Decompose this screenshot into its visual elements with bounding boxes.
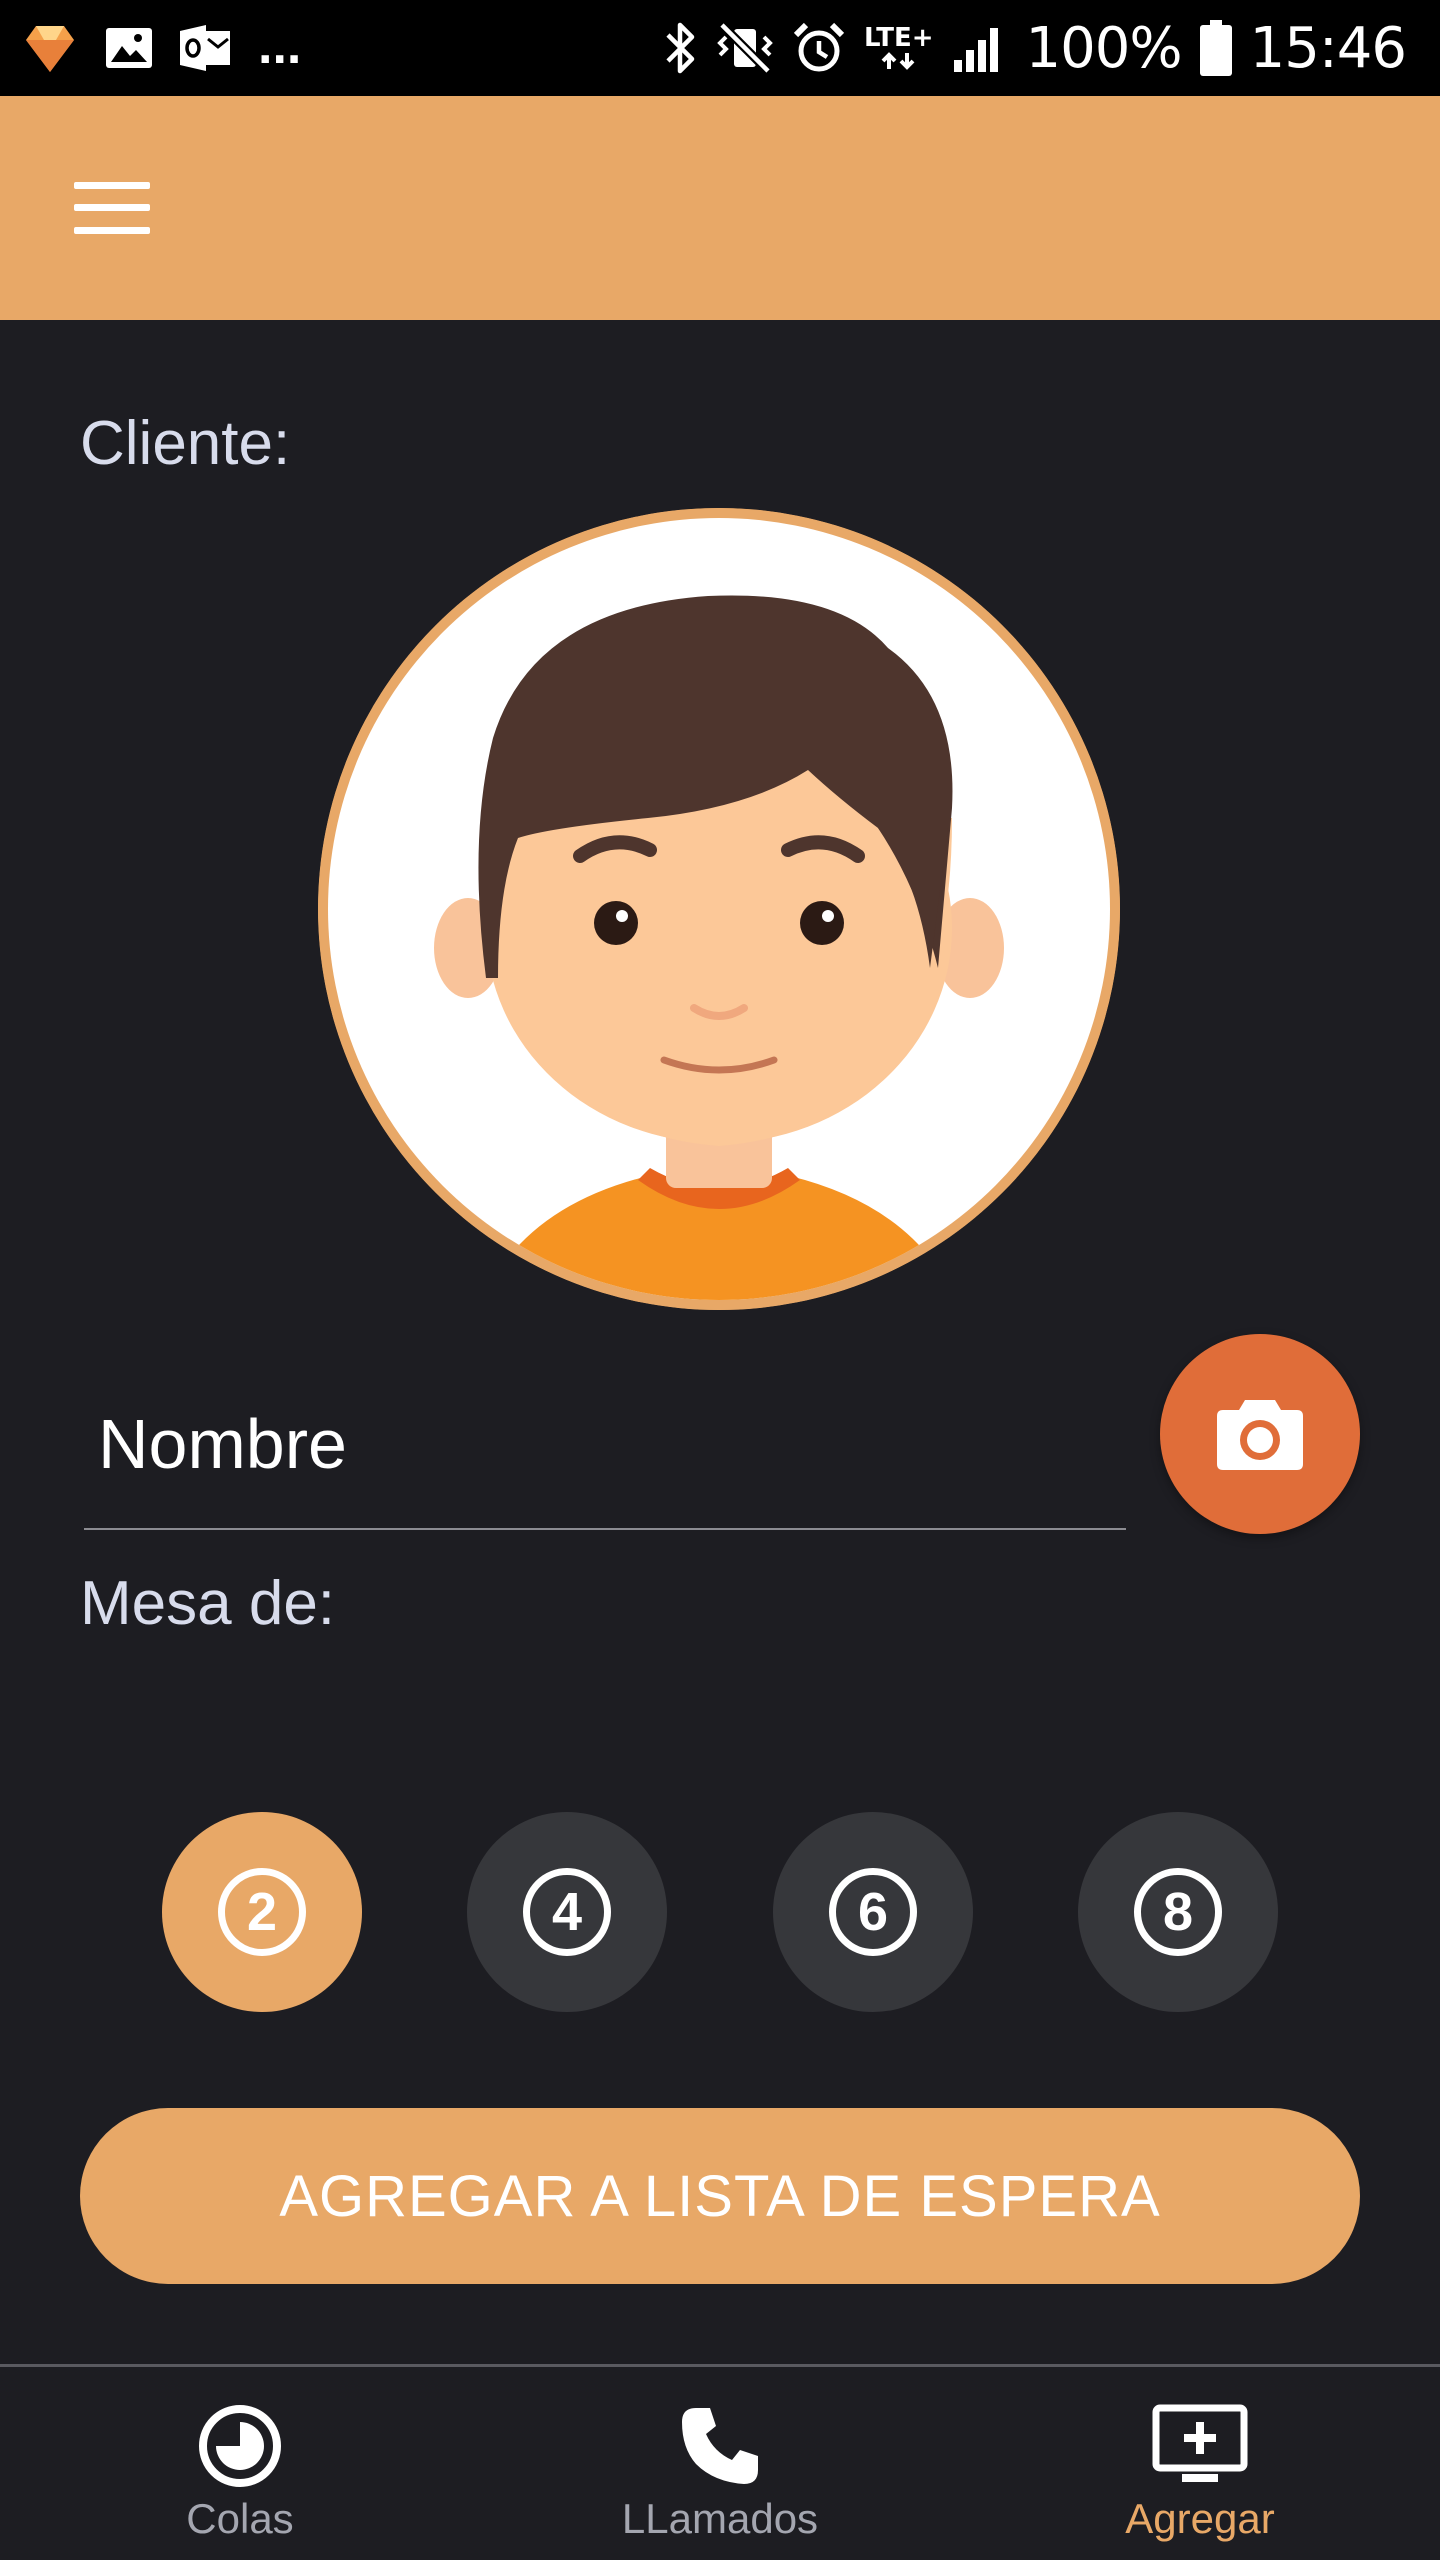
party-size-options: 2 4 6 8 [0, 1812, 1440, 2012]
party-size-label: Mesa de: [80, 1569, 336, 1638]
party-size-value: 6 [829, 1868, 917, 1956]
nav-item-colas[interactable]: Colas [0, 2367, 480, 2560]
data-arrows-icon [881, 52, 915, 70]
image-icon [104, 26, 154, 70]
party-size-option-8[interactable]: 8 [1078, 1812, 1278, 2012]
nav-label-colas: Colas [186, 2495, 294, 2542]
add-to-screen-icon [1152, 2401, 1248, 2491]
add-to-waitlist-button[interactable]: AGREGAR A LISTA DE ESPERA [80, 2108, 1360, 2284]
avatar-boy-icon [318, 508, 1120, 1310]
alarm-icon [792, 21, 846, 75]
status-bar-right: LTE+ 100% 15:46 [664, 0, 1407, 96]
client-avatar[interactable] [318, 508, 1120, 1310]
outlook-icon [180, 25, 232, 71]
status-bar: ... LTE+ 100% 15:46 [0, 0, 1440, 96]
camera-icon [1217, 1400, 1303, 1470]
lte-network-indicator: LTE+ [864, 25, 934, 71]
signal-icon [952, 22, 1008, 74]
name-underline [84, 1528, 1126, 1530]
menu-button[interactable] [50, 150, 174, 266]
diamond-app-icon [22, 22, 78, 74]
clock: 15:46 [1249, 15, 1407, 81]
battery-percentage: 100% [1025, 15, 1183, 81]
nav-label-llamados: LLamados [621, 2495, 819, 2542]
status-bar-left: ... [22, 0, 301, 96]
battery-icon [1199, 20, 1232, 76]
name-input[interactable] [84, 1360, 1126, 1528]
client-label: Cliente: [80, 409, 291, 478]
camera-button[interactable] [1160, 1334, 1360, 1534]
party-size-option-4[interactable]: 4 [467, 1812, 667, 2012]
bottom-navigation: Colas LLamados Agregar [0, 2364, 1440, 2560]
notification-overflow: ... [258, 17, 302, 75]
name-field[interactable] [84, 1360, 1126, 1530]
nav-label-agregar: Agregar [1125, 2495, 1275, 2542]
network-type-label: LTE+ [863, 23, 934, 53]
vibrate-mute-icon [716, 21, 774, 75]
party-size-value: 8 [1134, 1868, 1222, 1956]
party-size-value: 2 [218, 1868, 306, 1956]
party-size-option-6[interactable]: 6 [773, 1812, 973, 2012]
nav-item-llamados[interactable]: LLamados [480, 2367, 960, 2560]
nav-item-agregar[interactable]: Agregar [960, 2367, 1440, 2560]
party-size-value: 4 [523, 1868, 611, 1956]
app-bar [0, 96, 1440, 320]
party-size-option-2[interactable]: 2 [162, 1812, 362, 2012]
bluetooth-icon [664, 21, 698, 75]
clock-pie-icon [196, 2401, 284, 2491]
hamburger-menu-icon[interactable] [74, 182, 150, 234]
phone-icon [678, 2401, 762, 2491]
